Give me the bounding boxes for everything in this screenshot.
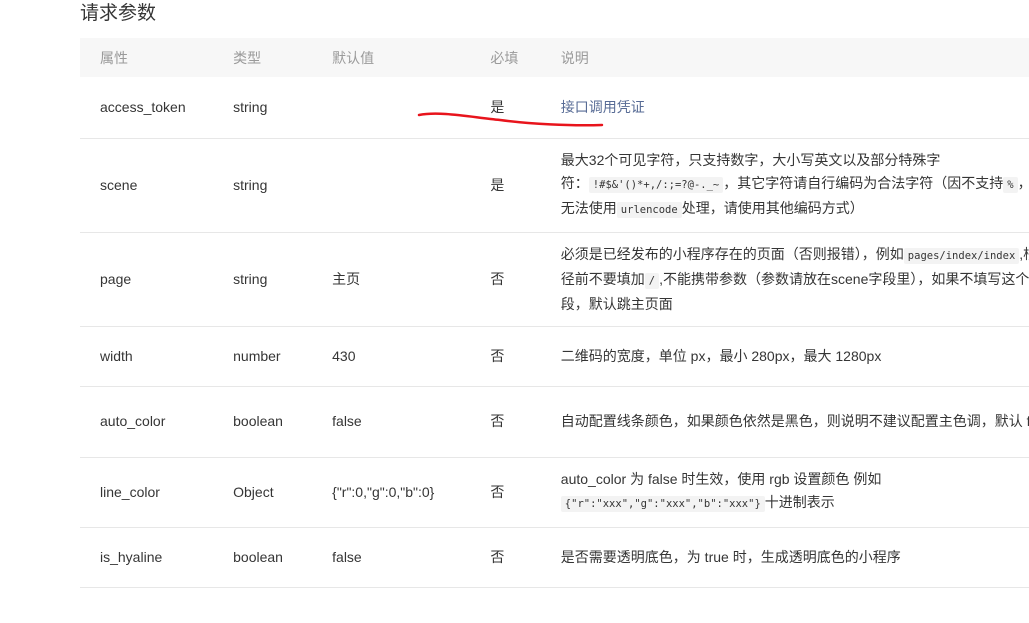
table-row: scene string 是 最大32个可见字符，只支持数字，大小写英文以及部分… [80,138,1029,233]
description-text: ，其它字符请自行编码为合法字符（因不支持 [723,174,1004,191]
header-description: 说明 [560,38,1029,77]
param-type: Object [233,457,333,528]
header-required: 必填 [490,38,561,77]
inline-code: {"r":"xxx","g":"xxx","b":"xxx"} [560,496,765,512]
inline-code: urlencode [616,201,682,218]
description-text: 自动配置线条颜色，如果颜色依然是黑色，则说明不建议配置主色调，默认 false [560,413,1029,429]
inline-code: / [644,272,660,289]
param-description: 自动配置线条颜色，如果颜色依然是黑色，则说明不建议配置主色调，默认 false [560,386,1029,458]
table-row: access_token string 是 接口调用凭证 [80,77,1029,139]
param-type: boolean [233,386,333,458]
param-default [332,138,491,233]
table-row: line_color Object {"r":0,"g":0,"b":0} 否 … [80,457,1029,528]
param-description: 接口调用凭证 [560,77,1029,139]
param-required: 是 [490,138,561,233]
param-name: access_token [80,77,234,139]
inline-code: pages/index/index [903,247,1020,264]
param-description: 二维码的宽度，单位 px，最小 280px，最大 1280px [560,326,1029,387]
description-link[interactable]: 接口调用凭证 [561,99,645,115]
param-required: 否 [490,326,561,387]
param-type: boolean [233,527,333,588]
param-required: 否 [490,527,561,588]
table-row: page string 主页 否 必须是已经发布的小程序存在的页面（否则报错），… [80,232,1029,327]
param-name: page [80,232,234,327]
param-default: {"r":0,"g":0,"b":0} [332,457,491,528]
param-default: 主页 [332,232,491,327]
param-name: is_hyaline [80,527,234,588]
param-name: width [80,326,234,387]
param-description: 最大32个可见字符，只支持数字，大小写英文以及部分特殊字符： !#$&'()*+,… [560,138,1029,233]
param-required: 否 [490,457,561,528]
description-text: auto_color 为 false 时生效，使用 rgb 设置颜色 例如 [560,471,882,487]
section-title: 请求参数 [80,3,157,24]
param-description: 是否需要透明底色，为 true 时，生成透明底色的小程序 [560,527,1029,588]
param-default: false [332,527,491,588]
param-required: 否 [490,232,561,327]
request-params-table: 属性 类型 默认值 必填 说明 access_token string 是 接口… [80,38,1029,588]
table-row: auto_color boolean false 否 自动配置线条颜色，如果颜色… [80,386,1029,458]
header-type: 类型 [233,38,333,77]
inline-code: !#$&'()*+,/:;=?@-._~ [588,176,724,193]
param-type: string [233,138,333,233]
param-name: auto_color [80,386,234,458]
description-text: 十进制表示 [764,494,835,510]
param-default: false [332,386,491,458]
table-header-row: 属性 类型 默认值 必填 说明 [80,38,1029,77]
param-required: 是 [490,77,561,139]
param-name: scene [80,138,234,233]
param-description: auto_color 为 false 时生效，使用 rgb 设置颜色 例如 {"r… [560,457,1029,528]
param-default [332,77,491,139]
param-type: string [233,77,333,139]
param-default: 430 [332,326,491,387]
param-required: 否 [490,386,561,458]
description-text: 必须是已经发布的小程序存在的页面（否则报错），例如 [560,245,904,262]
description-text: 处理，请使用其他编码方式） [681,199,864,216]
description-text: 二维码的宽度，单位 px，最小 280px，最大 1280px [560,347,882,364]
param-type: string [233,232,333,327]
table-row: is_hyaline boolean false 否 是否需要透明底色，为 tr… [80,527,1029,588]
header-default: 默认值 [332,38,491,77]
param-type: number [233,326,333,387]
param-description: 必须是已经发布的小程序存在的页面（否则报错），例如 pages/index/ind… [560,232,1029,327]
table-row: width number 430 否 二维码的宽度，单位 px，最小 280px… [80,326,1029,387]
param-name: line_color [80,457,234,528]
description-text: 是否需要透明底色，为 true 时，生成透明底色的小程序 [560,548,901,565]
header-property: 属性 [80,38,234,77]
inline-code: % [1003,176,1018,193]
